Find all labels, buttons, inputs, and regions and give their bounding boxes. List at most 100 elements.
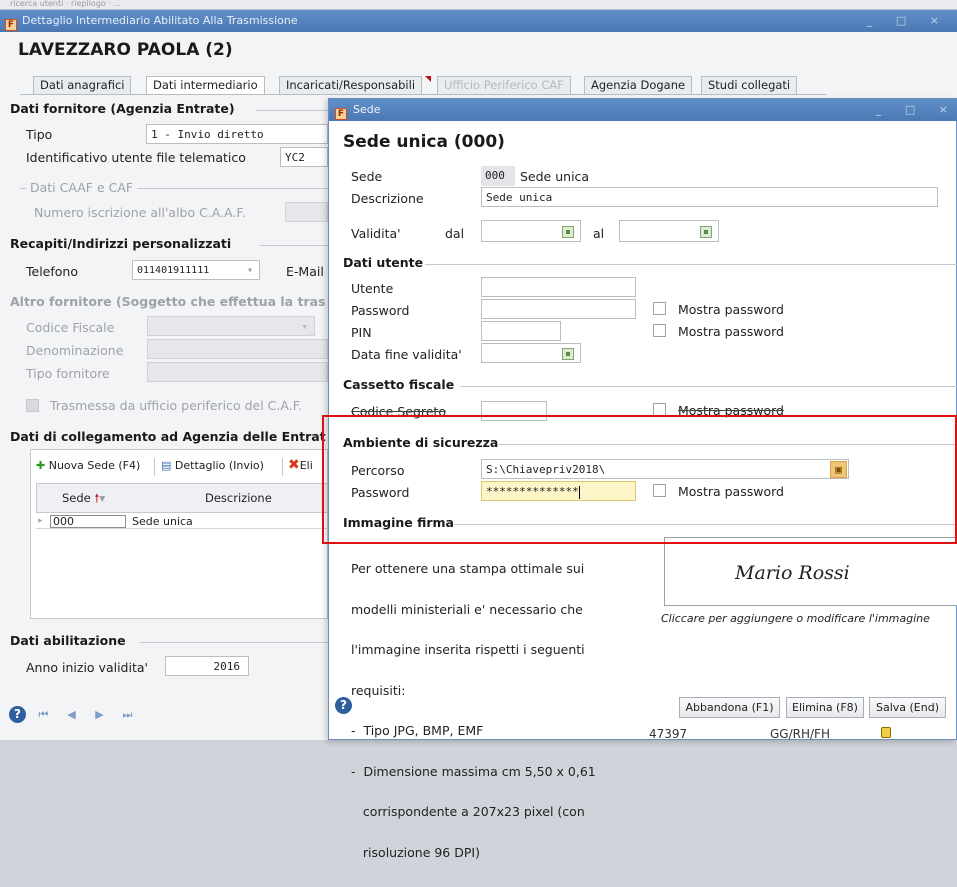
mostra-password-label: Mostra password	[678, 302, 784, 317]
salva-button[interactable]: Salva (End)	[869, 697, 946, 718]
utente-field[interactable]	[481, 277, 636, 297]
abbandona-button[interactable]: Abbandona (F1)	[679, 697, 780, 718]
database-icon	[881, 727, 891, 738]
password-label: Password	[351, 303, 410, 318]
chevron-down-icon[interactable]: ▾	[247, 261, 253, 279]
detail-icon: ▤	[161, 459, 172, 472]
dal-label: dal	[445, 226, 465, 241]
denominazione-field	[147, 339, 328, 359]
dialog-window-controls[interactable]: _ □ ×	[876, 99, 957, 121]
id-utente-label: Identificativo utente file telematico	[26, 150, 246, 165]
cell-sede: 000	[50, 515, 126, 528]
firma-text-line: - Dimensione massima cm 5,50 x 0,61	[351, 763, 596, 779]
app-icon: F	[5, 19, 17, 31]
descrizione-field[interactable]: Sede unica	[481, 187, 938, 207]
elimina-button[interactable]: Elimina (F8)	[786, 697, 864, 718]
dettaglio-button[interactable]: ▤ Dettaglio (Invio)	[161, 459, 264, 472]
tab-studi-collegati[interactable]: Studi collegati	[701, 76, 798, 94]
password-field[interactable]	[481, 299, 636, 319]
filter-icon[interactable]: ▾	[99, 491, 105, 505]
col-sede-label: Sede	[62, 491, 91, 505]
nuova-sede-label: Nuova Sede (F4)	[48, 459, 141, 472]
signature-hint: Cliccare per aggiungere o modificare l'i…	[661, 612, 930, 625]
validita-label: Validita'	[351, 226, 401, 241]
validita-al-field[interactable]	[619, 220, 719, 242]
caaf-group-label: Dati CAAF e CAF	[26, 180, 138, 195]
first-record-icon[interactable]: ⏮	[38, 709, 49, 720]
tipo-select[interactable]: 1 - Invio diretto	[146, 124, 328, 144]
firma-text-line: l'immagine inserita rispetti i seguenti	[351, 642, 585, 657]
tipo-fornitore-field	[147, 362, 328, 382]
dialog-heading: Sede unica (000)	[343, 132, 505, 152]
telefono-field[interactable]: 011401911111 ▾	[132, 260, 260, 280]
column-header-sede[interactable]: Sede 🠕▾	[62, 491, 105, 510]
row-indicator-icon: ▸	[38, 516, 43, 526]
table-row[interactable]: ▸ 000 Sede unica	[36, 515, 328, 529]
prev-record-icon[interactable]: ◀	[66, 709, 77, 720]
section-altro-fornitore: Altro fornitore (Soggetto che effettua l…	[10, 294, 326, 309]
section-cassetto: Cassetto fiscale	[343, 377, 455, 392]
signature-image-box[interactable]: Mario Rossi	[664, 537, 957, 606]
sede-code: 000	[481, 166, 515, 186]
section-fornitore: Dati fornitore (Agenzia Entrate)	[10, 101, 235, 116]
tab-dati-anagrafici[interactable]: Dati anagrafici	[33, 76, 132, 94]
signature-image: Mario Rossi	[735, 562, 850, 584]
window-controls[interactable]: _ □ ×	[867, 10, 949, 32]
data-fine-field[interactable]	[481, 343, 581, 363]
section-rule	[256, 110, 328, 111]
toolbar-separator	[282, 458, 283, 476]
sedi-grid-panel	[30, 449, 328, 619]
firma-text-line: - Tipo JPG, BMP, EMF	[351, 723, 484, 738]
trasmessa-checkbox	[26, 399, 39, 412]
mostra-pin-label: Mostra password	[678, 324, 784, 339]
section-rule	[425, 264, 957, 265]
caaf-number-field	[285, 202, 328, 222]
elimina-sede-button[interactable]: ✖Eli	[288, 457, 313, 473]
help-icon[interactable]: ?	[335, 697, 352, 714]
elimina-label: Eli	[299, 459, 313, 472]
main-window-titlebar[interactable]: F Dettaglio Intermediario Abilitato Alla…	[0, 10, 957, 32]
caaf-number-label: Numero iscrizione all'albo C.A.A.F.	[34, 205, 246, 220]
calendar-icon[interactable]	[562, 226, 574, 238]
id-utente-field[interactable]: YC2	[280, 147, 328, 167]
data-fine-label: Data fine validita'	[351, 347, 462, 362]
tab-divider	[20, 94, 826, 95]
anno-field[interactable]: 2016	[165, 656, 249, 676]
next-record-icon[interactable]: ▶	[94, 709, 105, 720]
trasmessa-label: Trasmessa da ufficio periferico del C.A.…	[50, 398, 302, 413]
denominazione-label: Denominazione	[26, 343, 124, 358]
dialog-titlebar[interactable]: F Sede _ □ ×	[329, 99, 957, 121]
plus-icon: ✚	[36, 459, 46, 472]
tab-incaricati[interactable]: Incaricati/Responsabili	[279, 76, 423, 94]
section-recapiti: Recapiti/Indirizzi personalizzati	[10, 236, 232, 251]
mostra-pin-checkbox[interactable]	[653, 324, 666, 337]
calendar-icon[interactable]	[562, 348, 574, 360]
codice-fiscale-field: ▾	[147, 316, 315, 336]
tab-dati-intermediario[interactable]: Dati intermediario	[146, 76, 265, 94]
section-dati-utente: Dati utente	[343, 255, 424, 270]
app-icon: F	[335, 108, 347, 120]
delete-x-icon: ✖	[288, 457, 300, 473]
pin-field[interactable]	[481, 321, 561, 341]
tipo-label: Tipo	[26, 127, 53, 142]
status-operator: GG/RH/FH	[770, 727, 830, 741]
dettaglio-label: Dettaglio (Invio)	[174, 459, 264, 472]
column-header-descrizione[interactable]: Descrizione	[205, 491, 272, 505]
record-navigator: ⏮ ◀ ▶ ⏭	[38, 709, 158, 721]
mostra-password-checkbox[interactable]	[653, 302, 666, 315]
codice-fiscale-label: Codice Fiscale	[26, 320, 115, 335]
help-icon[interactable]: ?	[9, 706, 26, 723]
last-record-icon[interactable]: ⏭	[122, 709, 133, 720]
validita-dal-field[interactable]	[481, 220, 581, 242]
calendar-icon[interactable]	[700, 226, 712, 238]
email-label: E-Mail	[286, 264, 324, 279]
tab-agenzia-dogane[interactable]: Agenzia Dogane	[584, 76, 693, 94]
firma-text-line: modelli ministeriali e' necessario che	[351, 601, 583, 617]
section-rule	[460, 386, 957, 387]
al-label: al	[593, 226, 605, 241]
nuova-sede-button[interactable]: ✚ Nuova Sede (F4)	[36, 459, 140, 472]
telefono-label: Telefono	[26, 264, 78, 279]
section-rule	[140, 642, 328, 643]
pin-label: PIN	[351, 325, 372, 340]
firma-text-line: requisiti:	[351, 682, 406, 698]
